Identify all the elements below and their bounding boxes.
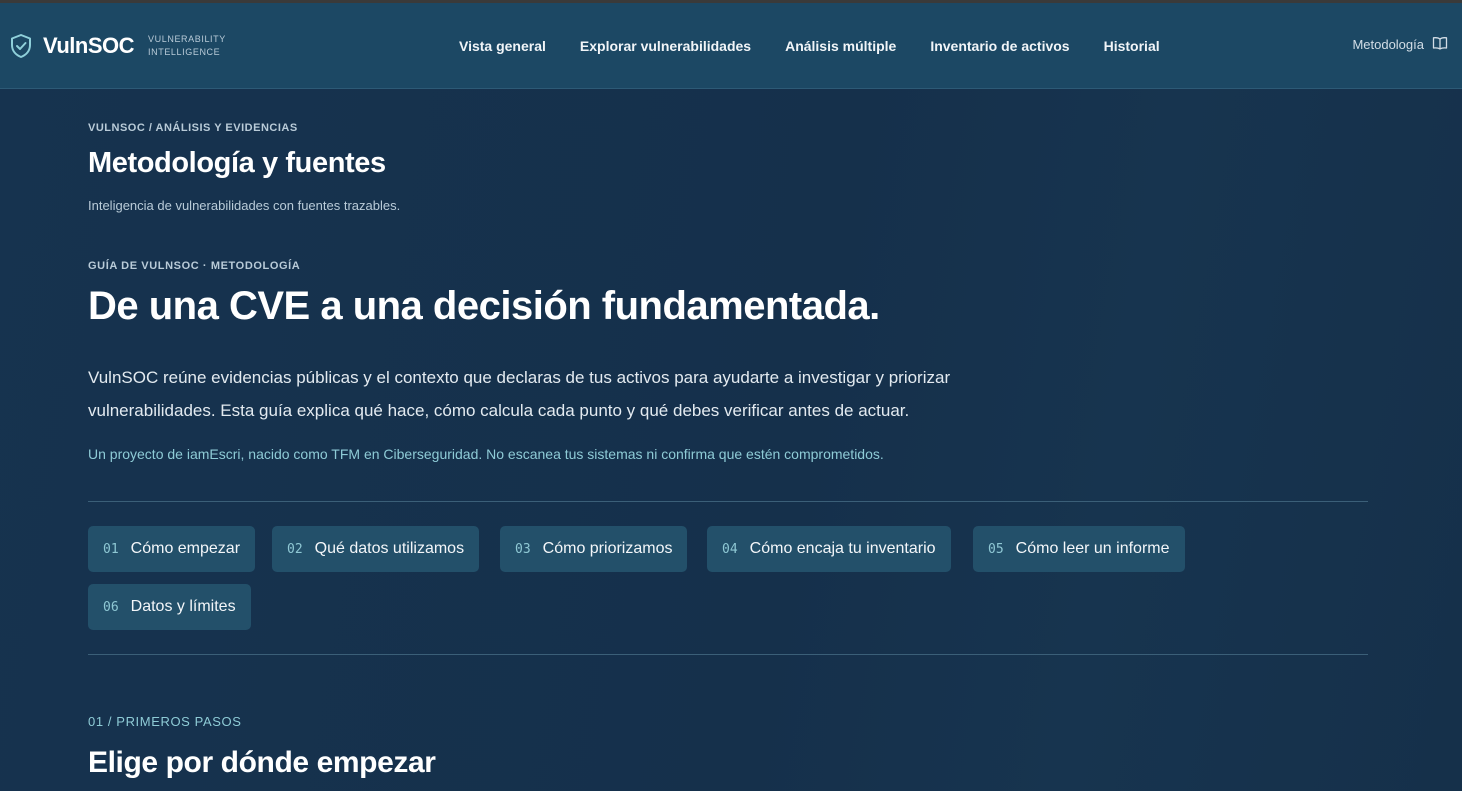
divider-top <box>88 501 1368 502</box>
chip-como-encaja-inventario[interactable]: 04 Cómo encaja tu inventario <box>707 526 951 572</box>
book-open-icon <box>1424 36 1448 53</box>
brand-tagline-line-1: VULNERABILITY <box>148 34 226 44</box>
chip-number: 05 <box>988 541 1004 557</box>
chip-number: 01 <box>103 541 119 557</box>
chip-label: Cómo empezar <box>130 540 241 557</box>
nav-vista-general[interactable]: Vista general <box>459 38 546 54</box>
chip-number: 03 <box>515 541 531 557</box>
guide-eyebrow: GUÍA DE VULNSOC · METODOLOGÍA <box>88 260 301 272</box>
chip-number: 02 <box>287 541 303 557</box>
nav-analisis-multiple[interactable]: Análisis múltiple <box>785 38 896 54</box>
methodology-link-label: Metodología <box>1352 37 1424 52</box>
brand-tagline: VULNERABILITY INTELLIGENCE <box>148 33 238 59</box>
hero-lead: VulnSOC reúne evidencias públicas y el c… <box>88 368 951 420</box>
divider-bottom <box>88 654 1368 655</box>
chip-como-leer-informe[interactable]: 05 Cómo leer un informe <box>973 526 1185 572</box>
page-title: Metodología y fuentes <box>88 147 386 179</box>
chip-datos-y-limites[interactable]: 06 Datos y límites <box>88 584 251 630</box>
chip-como-priorizamos[interactable]: 03 Cómo priorizamos <box>500 526 688 572</box>
section-tag: 01 / PRIMEROS PASOS <box>88 714 242 729</box>
page-subtitle: Inteligencia de vulnerabilidades con fue… <box>88 198 401 213</box>
shield-check-icon <box>9 33 33 59</box>
hero-heading: De una CVE a una decisión fundamentada. <box>88 284 880 328</box>
nav-inventario-activos[interactable]: Inventario de activos <box>930 38 1069 54</box>
methodology-link[interactable]: Metodología <box>1352 36 1448 53</box>
chip-label: Cómo leer un informe <box>1015 540 1170 557</box>
chip-que-datos-utilizamos[interactable]: 02 Qué datos utilizamos <box>272 526 480 572</box>
chip-label: Datos y límites <box>130 598 236 615</box>
chip-number: 06 <box>103 599 119 615</box>
brand-name: VulnSOC <box>43 33 135 58</box>
chip-label: Qué datos utilizamos <box>314 540 465 557</box>
section-title: Elige por dónde empezar <box>88 746 436 779</box>
project-note: Un proyecto de iamEscri, nacido como TFM… <box>88 446 884 462</box>
nav-explorar-vulnerabilidades[interactable]: Explorar vulnerabilidades <box>580 38 751 54</box>
brand-logo[interactable]: VulnSOC VULNERABILITY INTELLIGENCE <box>9 31 238 61</box>
brand-tagline-line-2: INTELLIGENCE <box>148 47 221 57</box>
nav-historial[interactable]: Historial <box>1104 38 1160 54</box>
chip-label: Cómo priorizamos <box>542 540 673 557</box>
chip-como-empezar[interactable]: 01 Cómo empezar <box>88 526 256 572</box>
breadcrumb: VULNSOC / ANÁLISIS Y EVIDENCIAS <box>88 122 298 134</box>
chip-number: 04 <box>722 541 738 557</box>
main-nav: Vista general Explorar vulnerabilidades … <box>459 3 1194 89</box>
top-navbar: VulnSOC VULNERABILITY INTELLIGENCE Vista… <box>0 3 1462 89</box>
chip-label: Cómo encaja tu inventario <box>749 540 936 557</box>
